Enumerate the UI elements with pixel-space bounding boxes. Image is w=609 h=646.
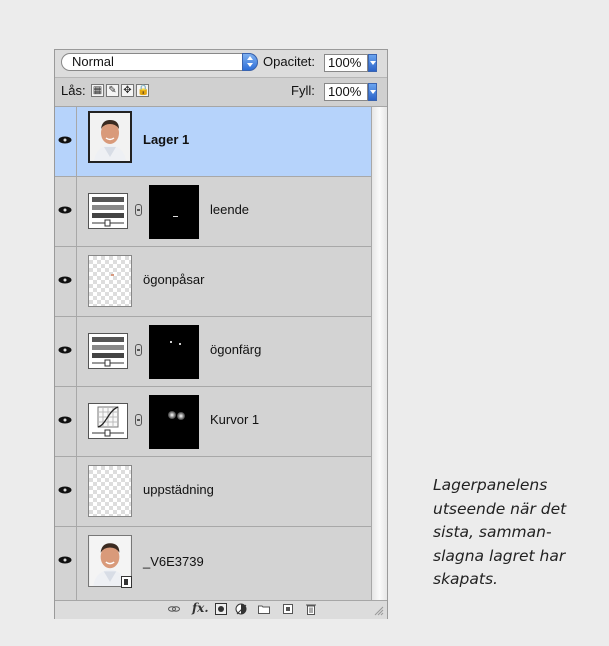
layer-thumbnail-portrait xyxy=(88,111,132,163)
layer-mask-thumbnail xyxy=(149,325,199,379)
layer-style-fx-icon[interactable]: fx. xyxy=(192,601,209,615)
layer-row-lager-1[interactable]: Lager 1 xyxy=(55,107,371,177)
eye-icon xyxy=(58,206,72,214)
adjustment-layer-icon[interactable] xyxy=(235,603,247,615)
layer-name: _V6E3739 xyxy=(143,554,204,569)
layers-panel: Normal Opacitet: 100% Lås: ▦ ✎ ✥ 🔒 Fyll:… xyxy=(54,49,388,619)
opacity-label: Opacitet: xyxy=(263,54,316,69)
lock-position-icon[interactable]: ✥ xyxy=(121,84,134,97)
eye-icon xyxy=(58,136,72,144)
eye-icon xyxy=(58,276,72,284)
layer-name: ögonpåsar xyxy=(143,272,205,287)
link-chain-icon[interactable] xyxy=(135,414,142,426)
layer-name: Lager 1 xyxy=(143,132,190,147)
layer-name: Kurvor 1 xyxy=(210,412,260,427)
caption-line: utseende när det xyxy=(433,499,567,518)
layer-row-uppstadning[interactable]: uppstädning xyxy=(55,457,371,527)
caption-line: Lagerpanelens xyxy=(433,476,548,494)
layer-name: uppstädning xyxy=(143,482,214,497)
lock-bar: Lås: ▦ ✎ ✥ 🔒 Fyll: 100% xyxy=(55,78,387,107)
panel-bottom-bar: fx. xyxy=(55,600,387,619)
blend-mode-value: Normal xyxy=(72,54,114,69)
layer-row-background[interactable]: _V6E3739 xyxy=(55,527,371,600)
eye-icon xyxy=(58,486,72,494)
link-chain-icon[interactable] xyxy=(135,344,142,356)
lock-all-icon[interactable]: 🔒 xyxy=(136,84,149,97)
layer-mask-thumbnail xyxy=(149,185,199,239)
link-chain-icon[interactable] xyxy=(135,204,142,216)
layer-mask-thumbnail xyxy=(149,395,199,449)
panel-top-bar: Normal Opacitet: 100% xyxy=(55,50,387,78)
eye-icon xyxy=(58,346,72,354)
link-layers-icon[interactable] xyxy=(168,603,180,615)
fill-field[interactable]: 100% xyxy=(324,83,368,101)
fill-label: Fyll: xyxy=(291,83,315,98)
fill-dropdown-arrow[interactable] xyxy=(368,83,377,101)
blend-mode-select[interactable]: Normal xyxy=(61,53,258,71)
layer-name: leende xyxy=(210,202,250,217)
lock-transparency-icon[interactable]: ▦ xyxy=(91,84,104,97)
visibility-toggle[interactable] xyxy=(55,247,77,316)
panel-scrollbar[interactable] xyxy=(371,107,387,600)
layer-row-ogonfarg[interactable]: ögonfärg xyxy=(55,317,371,387)
opacity-field[interactable]: 100% xyxy=(324,54,368,72)
layer-thumbnail-transparent xyxy=(88,255,132,307)
lock-image-icon[interactable]: ✎ xyxy=(106,84,119,97)
smart-object-badge-icon xyxy=(121,576,132,588)
resize-grip-icon[interactable] xyxy=(373,605,384,616)
visibility-toggle[interactable] xyxy=(55,317,77,386)
visibility-toggle[interactable] xyxy=(55,457,77,526)
new-layer-icon[interactable] xyxy=(282,603,294,615)
layer-name: ögonfärg xyxy=(210,342,262,357)
figure-caption: Lagerpanelens utseende när det sista, sa… xyxy=(433,474,583,592)
caption-line: slagna lagret har xyxy=(433,546,566,565)
add-mask-icon[interactable] xyxy=(215,603,227,615)
select-arrows-icon xyxy=(242,53,258,71)
levels-adjustment-icon xyxy=(88,193,128,229)
opacity-dropdown-arrow[interactable] xyxy=(368,54,377,72)
visibility-toggle[interactable] xyxy=(55,387,77,456)
layer-row-kurvor-1[interactable]: Kurvor 1 xyxy=(55,387,371,457)
levels-adjustment-icon xyxy=(88,333,128,369)
eye-icon xyxy=(58,416,72,424)
eye-icon xyxy=(58,556,72,564)
curves-adjustment-icon xyxy=(88,403,128,439)
layer-row-leende[interactable]: leende xyxy=(55,177,371,247)
visibility-toggle[interactable] xyxy=(55,527,77,600)
caption-line: sista, samman- xyxy=(433,523,552,541)
visibility-toggle[interactable] xyxy=(55,177,77,246)
layer-thumbnail-transparent xyxy=(88,465,132,517)
layers-list: Lager 1 leende ögonpåsar ögonfärg Kurvor… xyxy=(55,107,371,600)
lock-label: Lås: xyxy=(61,83,86,98)
visibility-toggle[interactable] xyxy=(55,107,77,176)
portrait-image xyxy=(90,113,130,161)
new-group-folder-icon[interactable] xyxy=(258,603,270,615)
layer-row-ogonpasar[interactable]: ögonpåsar xyxy=(55,247,371,317)
trash-icon[interactable] xyxy=(305,603,317,615)
caption-line: skapats. xyxy=(433,570,498,588)
